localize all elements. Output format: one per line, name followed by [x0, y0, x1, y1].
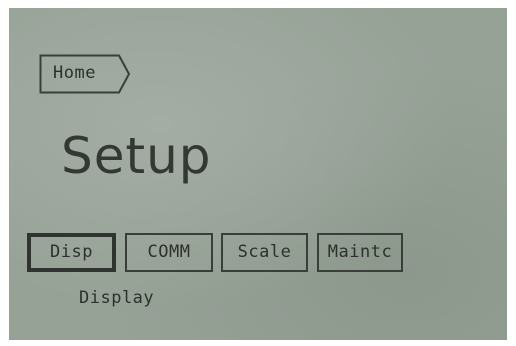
- tab-scale[interactable]: Scale: [221, 233, 308, 272]
- lcd-screen: Home Setup Disp COMM Scale Maintc Displa…: [9, 8, 507, 340]
- page-title: Setup: [61, 127, 212, 185]
- breadcrumb-label: Home: [53, 63, 96, 83]
- tab-comm[interactable]: COMM: [125, 233, 213, 272]
- breadcrumb-home[interactable]: Home: [39, 53, 131, 95]
- selected-tab-description: Display: [79, 288, 155, 308]
- tab-disp[interactable]: Disp: [27, 233, 116, 272]
- tab-maintc[interactable]: Maintc: [317, 233, 403, 272]
